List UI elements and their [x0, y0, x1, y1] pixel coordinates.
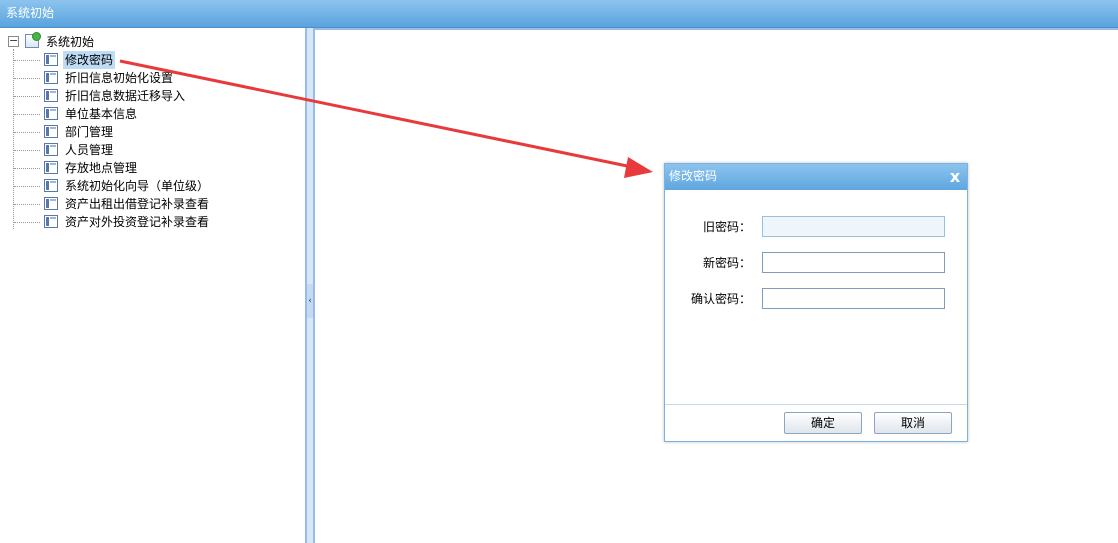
- collapse-left-icon[interactable]: ‹: [307, 284, 313, 318]
- new-password-input[interactable]: [762, 252, 945, 273]
- close-icon[interactable]: x: [946, 166, 964, 186]
- page-icon: [44, 215, 58, 228]
- page-icon: [44, 71, 58, 84]
- change-password-dialog: 修改密码 x 旧密码： 新密码： 确认密码： 确定 取消: [664, 163, 968, 442]
- page-icon: [44, 197, 58, 210]
- page-icon: [44, 89, 58, 102]
- new-password-row: 新密码：: [665, 252, 967, 274]
- page-icon: [44, 53, 58, 66]
- page-icon: [44, 179, 58, 192]
- tree-root-label: 系统初始: [46, 35, 95, 49]
- old-password-input[interactable]: [762, 216, 945, 237]
- confirm-password-row: 确认密码：: [665, 288, 967, 310]
- confirm-button[interactable]: 确定: [784, 412, 862, 434]
- window-title: 系统初始: [6, 6, 55, 20]
- confirm-password-label: 确认密码：: [690, 292, 751, 306]
- window-title-bar: 系统初始: [0, 0, 1118, 28]
- dialog-title: 修改密码: [669, 169, 718, 183]
- panel-splitter[interactable]: ‹: [306, 28, 314, 543]
- confirm-password-input[interactable]: [762, 288, 945, 309]
- new-password-label: 新密码：: [702, 256, 751, 270]
- navigation-panel: − 系统初始 修改密码 折旧信息初始化设置 折旧信息数据迁移导入 单位基本信息 …: [0, 28, 306, 543]
- page-icon: [44, 125, 58, 138]
- cancel-button[interactable]: 取消: [874, 412, 952, 434]
- dialog-header[interactable]: 修改密码 x: [665, 164, 967, 190]
- folder-icon: [25, 32, 41, 48]
- collapse-icon[interactable]: −: [8, 35, 19, 47]
- tree-item-label: 系统初始化向导（单位级）: [65, 179, 210, 193]
- tree-item-label: 单位基本信息: [65, 107, 138, 121]
- tree-item-label: 人员管理: [65, 143, 114, 157]
- old-password-label: 旧密码：: [702, 220, 751, 234]
- page-icon: [44, 107, 58, 120]
- page-icon: [44, 161, 58, 174]
- tree-connector-line: [13, 49, 14, 229]
- page-icon: [44, 143, 58, 156]
- tree-item-label: 修改密码: [63, 51, 116, 69]
- tree-item-label: 资产对外投资登记补录查看: [65, 215, 210, 229]
- tree-item-label: 折旧信息初始化设置: [65, 71, 174, 85]
- tree-item-label: 部门管理: [65, 125, 114, 139]
- dialog-footer: 确定 取消: [665, 404, 967, 441]
- tree-item-label: 资产出租出借登记补录查看: [65, 197, 210, 211]
- old-password-row: 旧密码：: [665, 216, 967, 238]
- tree-item-label: 折旧信息数据迁移导入: [65, 89, 186, 103]
- tree-item-label: 存放地点管理: [65, 161, 138, 175]
